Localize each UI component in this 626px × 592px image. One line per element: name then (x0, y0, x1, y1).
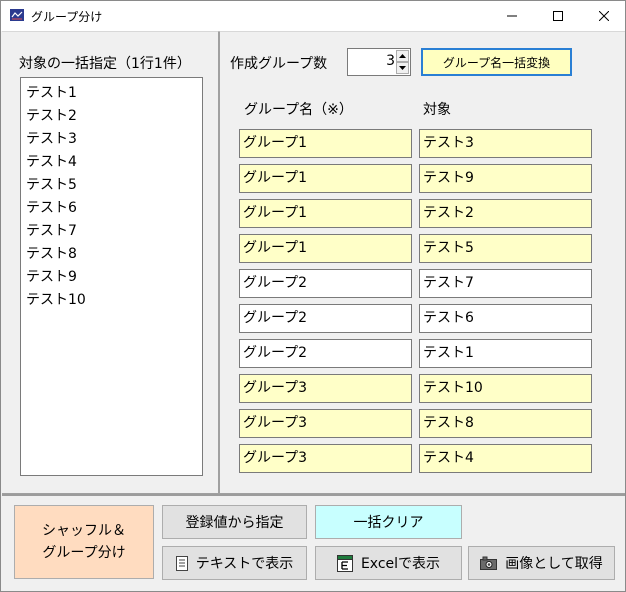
excel-icon (336, 554, 353, 572)
list-item[interactable]: テスト6 (26, 197, 202, 220)
shuffle-group-button[interactable]: シャッフル＆ グループ分け (14, 505, 154, 579)
minimize-icon (507, 15, 517, 17)
group-count-spinner[interactable]: 3 (347, 48, 411, 76)
group-name-field[interactable]: グループ2 (239, 339, 412, 368)
group-name-field[interactable]: グループ3 (239, 409, 412, 438)
group-name-field[interactable]: グループ1 (239, 199, 412, 228)
show-text-label: テキストで表示 (195, 556, 294, 572)
document-icon (175, 555, 188, 571)
target-field[interactable]: テスト2 (419, 199, 592, 228)
target-field[interactable]: テスト5 (419, 234, 592, 263)
list-item[interactable]: テスト5 (26, 174, 202, 197)
group-name-field[interactable]: グループ2 (239, 304, 412, 333)
group-name-convert-button[interactable]: グループ名一括変換 (421, 48, 572, 76)
close-icon (599, 11, 609, 21)
show-excel-label: Excelで表示 (360, 556, 441, 572)
group-name-field[interactable]: グループ1 (239, 129, 412, 158)
group-name-field[interactable]: グループ1 (239, 164, 412, 193)
triangle-down-icon (399, 66, 406, 70)
show-text-button[interactable]: テキストで表示 (162, 546, 307, 580)
target-field[interactable]: テスト10 (419, 374, 592, 403)
bulk-target-heading: 対象の一括指定（1行1件） (19, 56, 191, 72)
target-field[interactable]: テスト4 (419, 444, 592, 473)
spin-up-button[interactable] (396, 50, 409, 62)
target-field[interactable]: テスト6 (419, 304, 592, 333)
group-count-label: 作成グループ数 (230, 56, 328, 72)
list-item[interactable]: テスト2 (26, 105, 202, 128)
maximize-button[interactable] (535, 1, 581, 31)
spin-down-button[interactable] (396, 62, 409, 74)
target-listbox[interactable]: テスト1 テスト2 テスト3 テスト4 テスト5 テスト6 テスト7 テスト8 テスト9 テスト1… (20, 77, 203, 476)
target-field[interactable]: テスト9 (419, 164, 592, 193)
group-name-column-header: グループ名（※） (244, 102, 353, 118)
target-field[interactable]: テスト7 (419, 269, 592, 298)
close-button[interactable] (581, 1, 626, 31)
list-item[interactable]: テスト4 (26, 151, 202, 174)
list-item[interactable]: テスト3 (26, 128, 202, 151)
group-count-value[interactable]: 3 (386, 53, 395, 69)
list-item[interactable]: テスト9 (26, 266, 202, 289)
target-field[interactable]: テスト1 (419, 339, 592, 368)
camera-icon (480, 556, 498, 570)
group-name-field[interactable]: グループ1 (239, 234, 412, 263)
triangle-up-icon (399, 54, 406, 58)
list-item[interactable]: テスト10 (26, 289, 202, 312)
target-field[interactable]: テスト8 (419, 409, 592, 438)
shuffle-button-line2: グループ分け (42, 545, 126, 561)
main-window: グループ分け 対象の一括指定（1行1件） テスト1 テスト2 テスト3 テスト4 テスト… (0, 0, 626, 592)
capture-image-button[interactable]: 画像として取得 (468, 546, 615, 580)
window-title: グループ分け (31, 10, 103, 24)
target-column-header: 対象 (423, 102, 451, 118)
capture-image-label: 画像として取得 (505, 556, 603, 572)
group-name-field[interactable]: グループ2 (239, 269, 412, 298)
group-name-field[interactable]: グループ3 (239, 444, 412, 473)
list-item[interactable]: テスト8 (26, 243, 202, 266)
app-icon (10, 9, 24, 21)
show-excel-button[interactable]: Excelで表示 (315, 546, 462, 580)
register-values-button[interactable]: 登録値から指定 (162, 505, 307, 539)
shuffle-button-line1: シャッフル＆ (42, 523, 126, 539)
list-item[interactable]: テスト7 (26, 220, 202, 243)
maximize-icon (553, 11, 563, 21)
target-field[interactable]: テスト3 (419, 129, 592, 158)
title-bar: グループ分け (1, 1, 625, 31)
list-item[interactable]: テスト1 (26, 82, 202, 105)
group-name-field[interactable]: グループ3 (239, 374, 412, 403)
minimize-button[interactable] (489, 1, 535, 31)
clear-all-button[interactable]: 一括クリア (315, 505, 462, 539)
